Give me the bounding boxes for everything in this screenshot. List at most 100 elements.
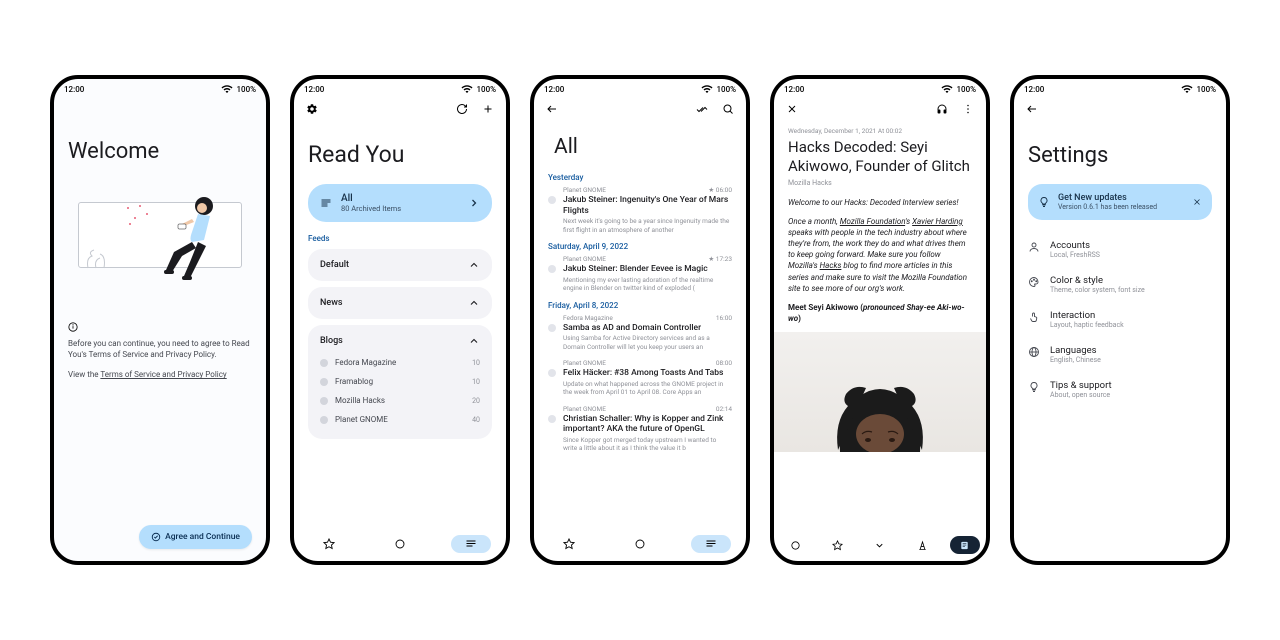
wifi-icon [461, 83, 473, 95]
done-all-icon[interactable] [696, 103, 708, 115]
close-icon[interactable] [1192, 197, 1202, 207]
nav-unread[interactable] [620, 535, 660, 553]
article-time: ★ 17:23 [708, 255, 732, 263]
nav-star-toggle[interactable] [823, 536, 853, 554]
article-date: Wednesday, December 1, 2021 At 00:02 [788, 127, 972, 135]
wifi-icon [701, 83, 713, 95]
settings-item-sub: Theme, color system, font size [1050, 286, 1145, 294]
welcome-title: Welcome [68, 139, 252, 164]
date-section-label: Yesterday [548, 173, 732, 182]
feed-item[interactable]: Planet GNOME40 [320, 410, 480, 429]
terms-link[interactable]: Terms of Service and Privacy Policy [100, 370, 226, 379]
subject-icon [320, 197, 332, 209]
feed-favicon [320, 359, 328, 367]
statusbar: 12:00 100% [1014, 79, 1226, 97]
status-time: 12:00 [64, 85, 84, 94]
article-time: 02:14 [716, 405, 732, 413]
nav-unread-toggle[interactable] [780, 536, 810, 554]
settings-item-tips[interactable]: Tips & support About, open source [1028, 372, 1212, 407]
date-section-label: Saturday, April 9, 2022 [548, 242, 732, 251]
settings-item-accounts[interactable]: Accounts Local, FreshRSS [1028, 232, 1212, 267]
agree-continue-button[interactable]: Agree and Continue [139, 525, 252, 549]
nav-fulltext[interactable] [950, 536, 980, 554]
settings-item-title: Tips & support [1050, 380, 1112, 391]
article-snippet: Using Samba for Active Directory service… [563, 334, 732, 351]
feed-name: Mozilla Hacks [335, 396, 385, 405]
add-icon[interactable] [482, 103, 494, 115]
status-time: 12:00 [1024, 85, 1044, 94]
statusbar: 12:00 100% [294, 79, 506, 97]
status-battery: 100% [956, 85, 976, 94]
settings-item-title: Accounts [1050, 240, 1100, 251]
chevron-up-icon [468, 297, 480, 309]
nav-font[interactable] [907, 536, 937, 554]
chevron-right-icon [468, 197, 480, 209]
settings-item-palette[interactable]: Color & style Theme, color system, font … [1028, 267, 1212, 302]
statusbar: 12:00 100% [534, 79, 746, 97]
settings-item-language[interactable]: Languages English, Chinese [1028, 337, 1212, 372]
nav-unread[interactable] [380, 535, 420, 553]
refresh-icon[interactable] [456, 103, 468, 115]
tips-icon [1028, 381, 1040, 393]
feed-item[interactable]: Mozilla Hacks20 [320, 391, 480, 410]
phone-welcome: 12:00 100% Welcome Before y [50, 75, 270, 565]
article-item[interactable]: Fedora Magazine16:00 Samba as AD and Dom… [548, 314, 732, 352]
more-icon[interactable] [962, 103, 974, 115]
wifi-icon [1181, 83, 1193, 95]
article-favicon [548, 369, 556, 377]
page-title: All [554, 135, 732, 159]
status-battery: 100% [716, 85, 736, 94]
feed-group[interactable]: News [308, 287, 492, 319]
settings-title: Settings [1028, 143, 1212, 168]
nav-next[interactable] [865, 536, 895, 554]
nav-all[interactable] [691, 535, 731, 553]
status-battery: 100% [476, 85, 496, 94]
circle-icon [790, 540, 801, 551]
phone-feeds: 12:00 100% Read You All 80 Archived Item… [290, 75, 510, 565]
feed-group[interactable]: Default [308, 249, 492, 281]
settings-item-sub: Layout, haptic feedback [1050, 321, 1124, 329]
article-item[interactable]: Planet GNOME02:14 Christian Schaller: Wh… [548, 405, 732, 453]
nav-all[interactable] [451, 535, 491, 553]
link-hacks[interactable]: Hacks [820, 261, 842, 270]
article-favicon [548, 196, 556, 204]
wifi-icon [941, 83, 953, 95]
article-source: Planet GNOME [563, 359, 606, 367]
search-icon[interactable] [722, 103, 734, 115]
feed-item[interactable]: Fedora Magazine10 [320, 353, 480, 372]
feed-group[interactable]: BlogsFedora Magazine10Framablog10Mozilla… [308, 325, 492, 439]
check-circle-icon [151, 532, 161, 542]
article-time: ★ 06:00 [708, 186, 732, 194]
article-intro: Welcome to our Hacks: Decoded Interview … [788, 197, 972, 208]
back-icon[interactable] [546, 103, 558, 115]
phone-reader: 12:00 100% Wednesday, December 1, 2021 A… [770, 75, 990, 565]
bottom-nav [294, 528, 506, 561]
all-feed-card[interactable]: All 80 Archived Items [308, 184, 492, 222]
feed-favicon [320, 378, 328, 386]
settings-item-title: Interaction [1050, 310, 1124, 321]
feed-name: Fedora Magazine [335, 358, 396, 367]
article-snippet: Since Kopper got merged today upstream I… [563, 436, 732, 453]
article-snippet: Update on what happened across the GNOME… [563, 380, 732, 397]
back-icon[interactable] [1026, 103, 1038, 115]
date-section-label: Friday, April 8, 2022 [548, 301, 732, 310]
all-title: All [341, 193, 459, 204]
nav-starred[interactable] [549, 535, 589, 553]
update-title: Get New updates [1058, 193, 1184, 203]
article-item[interactable]: Planet GNOME★ 17:23 Jakub Steiner: Blend… [548, 255, 732, 293]
link-xavier-harding[interactable]: Xavier Harding [912, 217, 963, 226]
settings-icon[interactable] [306, 103, 318, 115]
nav-starred[interactable] [309, 535, 349, 553]
headphones-icon[interactable] [936, 103, 948, 115]
feed-count: 10 [472, 378, 480, 386]
status-battery: 100% [1196, 85, 1216, 94]
link-mozilla-foundation[interactable]: Mozilla Foundation [840, 217, 905, 226]
article-item[interactable]: Planet GNOME★ 06:00 Jakub Steiner: Ingen… [548, 186, 732, 234]
close-icon[interactable] [786, 103, 798, 115]
settings-item-touch[interactable]: Interaction Layout, haptic feedback [1028, 302, 1212, 337]
update-card[interactable]: Get New updates Version 0.6.1 has been r… [1028, 184, 1212, 220]
feed-item[interactable]: Framablog10 [320, 372, 480, 391]
font-icon [917, 540, 928, 551]
group-name: Default [320, 260, 349, 270]
article-item[interactable]: Planet GNOME08:00 Felix Häcker: #38 Amon… [548, 359, 732, 397]
